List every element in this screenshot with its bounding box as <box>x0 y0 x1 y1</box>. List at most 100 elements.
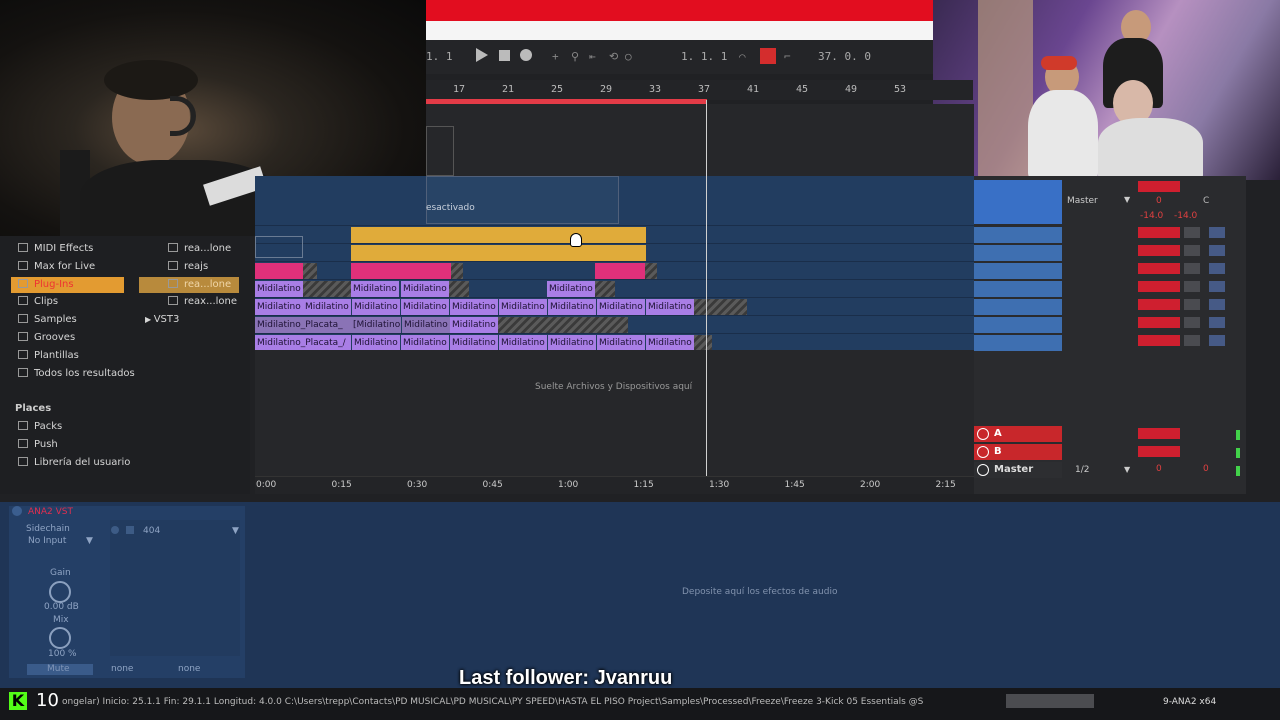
automation-icon[interactable]: ⌐ <box>784 50 791 63</box>
clip-midi[interactable]: Midilatino <box>597 299 645 315</box>
browser-category[interactable]: Max for Live <box>18 260 95 272</box>
solo-button[interactable] <box>1184 281 1200 292</box>
solo-button[interactable] <box>1184 299 1200 310</box>
arm-button[interactable] <box>1209 227 1225 238</box>
solo-button[interactable] <box>1184 335 1200 346</box>
clip-midi[interactable]: Midilatino <box>450 299 498 315</box>
clip-midi[interactable]: Midilatino <box>401 335 449 351</box>
back-icon[interactable]: ⇤ <box>589 50 596 63</box>
clip-midi[interactable]: Midilatino <box>548 299 596 315</box>
plugin-item[interactable]: rea...lone <box>168 278 231 290</box>
plugin-item[interactable]: reajs <box>168 260 208 272</box>
track-activator[interactable] <box>1138 281 1180 292</box>
browser-category[interactable]: Grooves <box>18 332 75 343</box>
solo-button[interactable] <box>1184 317 1200 328</box>
record-icon[interactable] <box>520 49 532 61</box>
power-icon[interactable] <box>12 506 22 516</box>
solo-button[interactable] <box>1184 263 1200 274</box>
browser-category[interactable]: Samples <box>18 314 77 325</box>
return-activator[interactable] <box>1138 428 1180 439</box>
clip-pink[interactable] <box>351 263 451 279</box>
track-activator[interactable] <box>1138 299 1180 310</box>
clip-midi[interactable]: Midilatino <box>450 317 498 333</box>
volume-b[interactable]: -14.0 <box>1174 211 1197 221</box>
arm-button[interactable] <box>1209 335 1225 346</box>
track-activator[interactable] <box>1138 245 1180 256</box>
clip-midi[interactable]: Midilatino <box>352 299 400 315</box>
clip-midi[interactable]: Midilatino <box>255 299 303 315</box>
mix-knob[interactable] <box>49 627 71 649</box>
playhead[interactable] <box>706 100 707 478</box>
clip-midi[interactable]: Midilatino <box>547 281 595 297</box>
places-item[interactable]: Packs <box>18 421 62 432</box>
arm-button[interactable] <box>1209 263 1225 274</box>
loop-icon[interactable]: ⟲ <box>609 50 618 63</box>
arrangement-drop-zone[interactable] <box>255 350 974 478</box>
play-circle-icon[interactable] <box>977 464 989 476</box>
chevron-right-icon[interactable]: ▶ <box>145 315 154 324</box>
plugin-item[interactable]: rea...lone <box>168 243 231 254</box>
return-track-a[interactable]: A ValhallaVin <box>974 426 1062 455</box>
clip-pink[interactable] <box>255 263 303 279</box>
master-track[interactable]: Master <box>974 462 1062 478</box>
stop-icon[interactable] <box>499 50 510 61</box>
clip-outline-small[interactable] <box>255 236 303 258</box>
clip-midi[interactable]: Midilatino <box>352 335 400 351</box>
clip-midi[interactable]: Midilatino_Placata_ <box>255 317 351 333</box>
mixer-track-selected[interactable] <box>974 180 1062 224</box>
arm-button[interactable] <box>1209 245 1225 256</box>
mixer-track[interactable] <box>974 245 1062 261</box>
clip-yellow[interactable] <box>351 245 646 261</box>
chevron-down-icon[interactable]: ▼ <box>86 536 93 546</box>
position-left[interactable]: 1. 1 <box>426 50 453 63</box>
browser-category[interactable]: Todos los resultados <box>18 367 135 379</box>
clip-midi[interactable]: Midilatino <box>303 299 351 315</box>
plugin-area[interactable] <box>110 520 240 656</box>
activator-button[interactable] <box>1138 181 1180 192</box>
mixer-track[interactable] <box>974 299 1062 315</box>
chevron-down-icon[interactable]: ▼ <box>1124 465 1130 474</box>
clip-midi[interactable]: [Midilatino <box>351 317 401 333</box>
clip-midi[interactable]: Midilatino <box>402 317 450 333</box>
gain-knob[interactable] <box>49 581 71 603</box>
draw-icon[interactable]: ⌒ <box>739 50 746 63</box>
track-activator[interactable] <box>1138 317 1180 328</box>
master-output-select[interactable]: 1/2 <box>1075 465 1089 475</box>
mixer-track[interactable] <box>974 335 1062 351</box>
browser-category[interactable]: Plug-Ins <box>18 278 74 290</box>
browser-category[interactable]: MIDI Effects <box>18 243 93 254</box>
preset-select[interactable]: 404 <box>143 526 160 536</box>
return-track-b[interactable]: B Comeback <box>974 444 1062 473</box>
arm-button[interactable] <box>1209 281 1225 292</box>
add-icon[interactable]: + <box>552 50 559 63</box>
solo-button[interactable] <box>1184 227 1200 238</box>
clip-yellow[interactable] <box>351 227 646 243</box>
clip-midi[interactable]: Midilatino <box>351 281 399 297</box>
position-display[interactable]: 1. 1. 1 <box>681 50 727 63</box>
plugin-item[interactable]: reax...lone <box>168 296 237 307</box>
return-activator[interactable] <box>1138 446 1180 457</box>
mixer-track[interactable] <box>974 317 1062 333</box>
browser-category[interactable]: Clips <box>18 296 58 307</box>
clip-midi[interactable]: Midilatino <box>597 335 645 351</box>
clip-midi[interactable]: Midilatino <box>548 335 596 351</box>
arrangement-record-button[interactable] <box>760 48 776 64</box>
clip-midi[interactable]: Midilatino <box>499 335 547 351</box>
toggle-icon[interactable] <box>111 526 119 534</box>
clip-midi[interactable]: Midilatino <box>499 299 547 315</box>
track-activator[interactable] <box>1138 227 1180 238</box>
clip-midi[interactable]: Midilatino <box>646 335 694 351</box>
metronome-icon[interactable]: ○ <box>625 50 632 63</box>
clip-midi[interactable]: Midilatino <box>646 299 694 315</box>
play-icon[interactable] <box>476 48 488 62</box>
play-circle-icon[interactable] <box>977 446 989 458</box>
clip-midi[interactable]: Midilatino <box>401 299 449 315</box>
mixer-track[interactable] <box>974 263 1062 279</box>
clip-midi[interactable]: Midilatino <box>450 335 498 351</box>
toggle-icon[interactable] <box>126 526 134 534</box>
clip-midi[interactable]: Midilatino <box>255 281 303 297</box>
end-display[interactable]: 37. 0. 0 <box>818 50 871 63</box>
volume-a[interactable]: -14.0 <box>1140 211 1163 221</box>
plugin-item[interactable]: ▶ VST3 <box>145 314 179 325</box>
arm-button[interactable] <box>1209 317 1225 328</box>
